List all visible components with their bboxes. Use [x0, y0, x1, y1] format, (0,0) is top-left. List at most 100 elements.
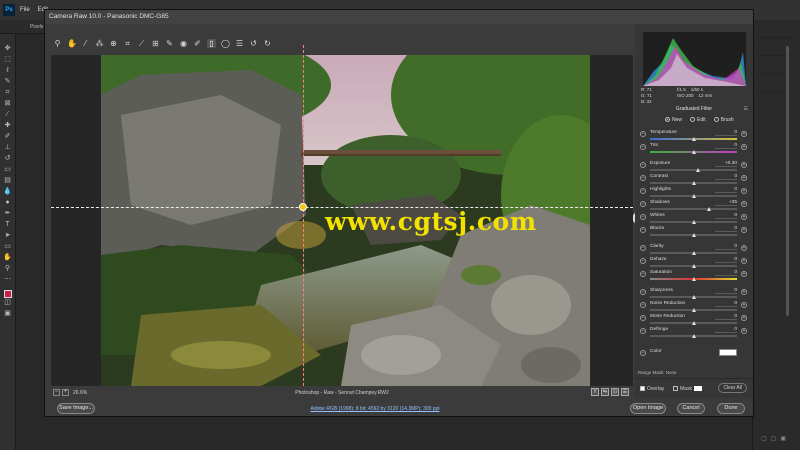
minus-icon[interactable]: −	[640, 289, 646, 295]
plus-icon[interactable]: +	[741, 328, 747, 334]
lasso-tool-icon[interactable]: ℓ	[3, 66, 13, 75]
minus-icon[interactable]: −	[640, 144, 646, 150]
minus-icon[interactable]: −	[640, 328, 646, 334]
minus-icon[interactable]: −	[640, 315, 646, 321]
cancel-button[interactable]: Cancel	[677, 403, 705, 414]
shape-tool-icon[interactable]: ▭	[3, 242, 13, 251]
slider-tint[interactable]: − Tint 0 +	[635, 143, 749, 156]
crop-tool-icon[interactable]: ⌗	[3, 88, 13, 97]
mode-brush[interactable]: Brush	[713, 117, 734, 123]
swap-settings-icon[interactable]: ⇆	[601, 388, 609, 396]
mode-new[interactable]: New	[665, 117, 682, 123]
path-select-tool-icon[interactable]: ➤	[3, 231, 13, 240]
type-tool-icon[interactable]: T	[3, 220, 13, 229]
plus-icon[interactable]: +	[741, 245, 747, 251]
slider-thumb[interactable]	[691, 277, 696, 281]
minus-icon[interactable]: −	[640, 131, 646, 137]
slider-value[interactable]: +35	[715, 200, 737, 206]
minus-icon[interactable]: −	[640, 214, 646, 220]
graduated-filter-guide-red[interactable]	[303, 45, 304, 386]
minus-icon[interactable]: −	[640, 175, 646, 181]
plus-icon[interactable]: +	[741, 175, 747, 181]
slider-value[interactable]: 0	[715, 187, 737, 193]
move-tool-icon[interactable]: ✥	[3, 44, 13, 53]
screen-mode-icon[interactable]: ▣	[3, 309, 13, 318]
slider-noise-reduction[interactable]: − Noise Reduction 0 +	[635, 301, 749, 314]
slider-moire-reduction[interactable]: − Moire Reduction 0 +	[635, 314, 749, 327]
plus-icon[interactable]: +	[741, 302, 747, 308]
eyedropper-tool-icon[interactable]: ⁄	[3, 110, 13, 119]
done-button[interactable]: Done	[717, 403, 745, 414]
quick-mask-icon[interactable]: ◫	[3, 298, 13, 307]
slider-thumb[interactable]	[691, 194, 696, 198]
brush-tool-icon[interactable]: ✐	[3, 132, 13, 141]
panel-row[interactable]	[757, 80, 796, 92]
copy-settings-icon[interactable]: ⊡	[611, 388, 619, 396]
save-image-button[interactable]: Save Image...	[57, 403, 95, 414]
straighten-icon[interactable]: ⟋	[137, 39, 146, 48]
slider-value[interactable]: +0.30	[715, 161, 737, 167]
filter-pin-handle[interactable]	[299, 203, 307, 211]
slider-shadows[interactable]: − Shadows +35 +	[635, 200, 749, 213]
quick-select-tool-icon[interactable]: ✎	[3, 77, 13, 86]
slider-thumb[interactable]	[691, 137, 696, 141]
minus-icon[interactable]: −	[640, 302, 646, 308]
panel-scrollbar[interactable]	[786, 46, 789, 316]
crop-icon[interactable]: ⌗	[123, 39, 132, 48]
slider-sharpness[interactable]: − Sharpness 0 +	[635, 288, 749, 301]
history-brush-icon[interactable]: ↺	[3, 154, 13, 163]
slider-exposure[interactable]: − Exposure +0.30 +	[635, 161, 749, 174]
slider-defringe[interactable]: − Defringe 0 +	[635, 327, 749, 340]
workflow-options-link[interactable]: Adobe RGB (1998); 8 bit; 4592 by 3120 (1…	[295, 406, 455, 412]
overlay-checkbox[interactable]: Overlay	[640, 386, 664, 392]
image-preview[interactable]: www.cgtsj.com	[51, 45, 639, 386]
slider-whites[interactable]: − Whites 0 +	[635, 213, 749, 226]
toggle-default-icon[interactable]: ☰	[621, 388, 629, 396]
adjustment-brush-icon[interactable]: ✐	[193, 39, 202, 48]
slider-track[interactable]	[650, 208, 737, 210]
slider-value[interactable]: 0	[715, 226, 737, 232]
slider-contrast[interactable]: − Contrast 0 +	[635, 174, 749, 187]
plus-icon[interactable]: +	[741, 188, 747, 194]
slider-clarity[interactable]: − Clarity 0 +	[635, 244, 749, 257]
plus-icon[interactable]: +	[741, 214, 747, 220]
slider-thumb[interactable]	[691, 308, 696, 312]
graduated-filter-icon[interactable]: ▯	[207, 38, 216, 48]
minus-icon[interactable]: −	[640, 188, 646, 194]
minus-icon[interactable]: −	[640, 201, 646, 207]
rotate-right-icon[interactable]: ↻	[263, 39, 272, 48]
slider-value[interactable]: 0	[715, 270, 737, 276]
slider-thumb[interactable]	[691, 233, 696, 237]
minus-icon[interactable]: −	[640, 162, 646, 168]
plus-icon[interactable]: +	[741, 131, 747, 137]
rotate-left-icon[interactable]: ↺	[249, 39, 258, 48]
spot-removal-icon[interactable]: ✎	[165, 39, 174, 48]
slider-thumb[interactable]	[691, 295, 696, 299]
zoom-tool-icon[interactable]: ⚲	[3, 264, 13, 273]
minus-icon[interactable]: −	[640, 258, 646, 264]
radial-filter-icon[interactable]: ◯	[221, 39, 230, 48]
frame-tool-icon[interactable]: ⊠	[3, 99, 13, 108]
plus-icon[interactable]: +	[741, 227, 747, 233]
transform-icon[interactable]: ⊞	[151, 39, 160, 48]
preferences-icon[interactable]: ☰	[235, 39, 244, 48]
slider-blacks[interactable]: − Blacks 0 +	[635, 226, 749, 239]
slider-thumb[interactable]	[691, 264, 696, 268]
more-tools-icon[interactable]: ⋯	[3, 275, 13, 284]
mask-color-swatch[interactable]	[693, 386, 702, 391]
gradient-tool-icon[interactable]: ▤	[3, 176, 13, 185]
hand-tool-icon[interactable]: ✋	[3, 253, 13, 262]
slider-dehaze[interactable]: − Dehaze 0 +	[635, 257, 749, 270]
targeted-adjustment-icon[interactable]: ⊕	[109, 39, 118, 48]
slider-highlights[interactable]: − Highlights 0 +	[635, 187, 749, 200]
slider-thumb[interactable]	[691, 321, 696, 325]
marquee-tool-icon[interactable]: ⬚	[3, 55, 13, 64]
clear-all-button[interactable]: Clear All	[718, 383, 747, 393]
minus-icon[interactable]: −	[640, 227, 646, 233]
slider-value[interactable]: 0	[715, 244, 737, 250]
slider-value[interactable]: 0	[715, 314, 737, 320]
slider-thumb[interactable]	[707, 207, 712, 211]
white-balance-icon[interactable]: ⁄	[81, 39, 90, 48]
plus-icon[interactable]: +	[741, 201, 747, 207]
slider-saturation[interactable]: − Saturation 0 +	[635, 270, 749, 283]
